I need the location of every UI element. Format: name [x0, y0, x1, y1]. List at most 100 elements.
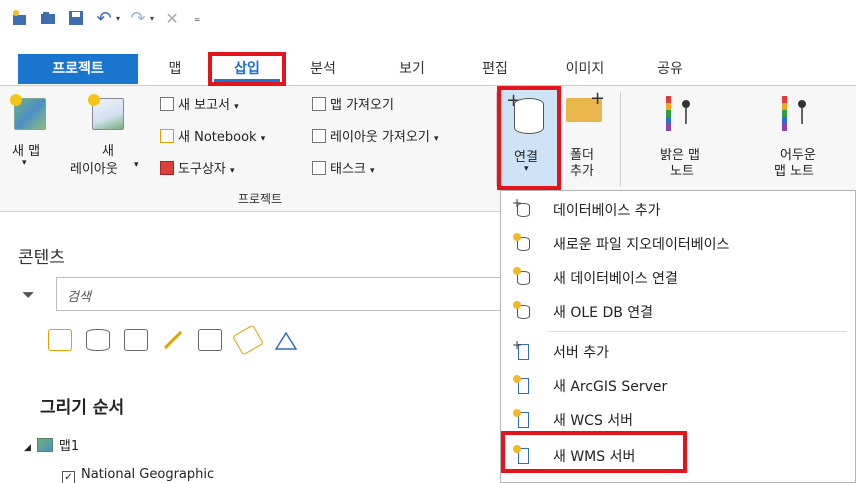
label-icon[interactable]: [232, 324, 264, 356]
menu-item-add-database[interactable]: + 데이터베이스 추가: [501, 193, 856, 227]
new-layout-dropdown-icon[interactable]: ▾: [134, 160, 139, 170]
redo-icon[interactable]: ↷: [128, 8, 148, 29]
task-label: 태스크: [330, 162, 366, 177]
new-db-connection-icon: [513, 267, 533, 287]
dark-map-notes-icon[interactable]: [782, 96, 812, 132]
save-icon[interactable]: [66, 8, 86, 28]
import-map-button[interactable]: 맵 가져오기: [312, 94, 394, 113]
map-tree-item[interactable]: ◢ 맵1: [24, 435, 79, 454]
ribbon-tab-bar: 프로젝트 맵 삽입 분석 보기 편집 이미지 공유: [0, 52, 856, 86]
open-icon[interactable]: [38, 8, 58, 28]
layer-name: National Geographic: [81, 467, 215, 482]
new-oledb-icon: [513, 301, 533, 321]
import-layout-dropdown-icon: ▾: [433, 134, 439, 144]
add-database-icon: +: [512, 196, 533, 219]
menu-item-label: 새로운 파일 지오데이터베이스: [553, 237, 730, 253]
undo-dropdown-icon[interactable]: ▾: [116, 14, 120, 23]
filter-icon[interactable]: ⏷: [22, 285, 35, 305]
arcgis-server-icon: [513, 375, 533, 395]
new-notebook-button[interactable]: 새 Notebook ▾: [160, 126, 265, 145]
menu-item-label: 새 데이터베이스 연결: [553, 271, 678, 287]
new-notebook-label: 새 Notebook: [178, 130, 257, 145]
menu-item-add-server[interactable]: + 서버 추가: [501, 335, 856, 369]
toolbox-label: 도구상자: [178, 162, 226, 177]
contents-view-toolbar: [48, 324, 298, 356]
undo-icon[interactable]: ↶: [94, 8, 114, 29]
map-icon: [36, 438, 53, 452]
task-icon: [312, 161, 326, 175]
bright-map-notes-label-2[interactable]: 노트: [670, 160, 694, 179]
toolbox-icon: [160, 161, 174, 175]
tab-edit[interactable]: 편집: [475, 54, 515, 86]
layer-tree-item[interactable]: ✓ National Geographic: [62, 467, 214, 483]
import-map-label: 맵 가져오기: [330, 98, 394, 113]
close-icon[interactable]: ✕: [162, 8, 182, 28]
new-layout-label-2[interactable]: 레이아웃: [70, 158, 118, 177]
add-server-icon: +: [512, 338, 533, 361]
new-report-label: 새 보고서: [178, 98, 230, 113]
notebook-icon: [160, 129, 174, 143]
menu-item-label: 서버 추가: [553, 345, 609, 361]
add-folder-label-2[interactable]: 추가: [570, 160, 594, 179]
highlight-box-wms: [501, 431, 687, 473]
contents-title: 콘텐츠: [18, 248, 65, 268]
new-notebook-dropdown-icon: ▾: [260, 134, 266, 144]
quick-access-toolbar: ↶ ▾ ↷ ▾ ✕ ₌: [0, 0, 856, 36]
drawing-order-icon[interactable]: [48, 329, 72, 351]
connect-dropdown-menu: + 데이터베이스 추가 새로운 파일 지오데이터베이스 새 데이터베이스 연결 …: [500, 190, 856, 483]
perspective-imagery-icon[interactable]: [274, 329, 298, 351]
toolbox-dropdown-icon: ▾: [229, 166, 235, 176]
wcs-server-icon: [513, 409, 533, 429]
import-layout-button[interactable]: 레이아웃 가져오기 ▾: [312, 126, 438, 145]
highlight-box-connect: [497, 86, 561, 190]
menu-item-label: 새 OLE DB 연결: [553, 305, 654, 321]
selection-icon[interactable]: [124, 329, 148, 351]
redo-dropdown-icon[interactable]: ▾: [150, 14, 154, 23]
new-file-gdb-icon: [513, 233, 533, 253]
menu-item-new-file-gdb[interactable]: 새로운 파일 지오데이터베이스: [501, 227, 856, 261]
new-layout-label-1[interactable]: 새: [102, 140, 114, 159]
menu-item-arcgis-server[interactable]: 새 ArcGIS Server: [501, 369, 856, 403]
folder-plus-icon: +: [590, 88, 606, 109]
task-button[interactable]: 태스크 ▾: [312, 158, 375, 177]
new-map-spark-icon: [10, 94, 22, 106]
report-icon: [160, 97, 174, 111]
new-map-label[interactable]: 새 맵: [12, 140, 40, 159]
editing-icon[interactable]: [162, 329, 184, 351]
customize-icon[interactable]: ₌: [194, 11, 200, 25]
ribbon-separator-2: [620, 92, 621, 186]
tab-view[interactable]: 보기: [392, 54, 432, 86]
task-dropdown-icon: ▾: [370, 166, 375, 176]
layer-visibility-checkbox[interactable]: ✓: [62, 471, 75, 483]
menu-item-new-db-connection[interactable]: 새 데이터베이스 연결: [501, 261, 856, 295]
tab-map[interactable]: 맵: [160, 54, 190, 86]
dark-map-notes-label-2[interactable]: 맵 노트: [774, 160, 814, 179]
data-source-icon[interactable]: [86, 329, 110, 351]
tab-analysis[interactable]: 분석: [303, 54, 343, 86]
bright-map-notes-icon[interactable]: [666, 96, 696, 132]
group-label-project: 프로젝트: [237, 192, 283, 206]
map-name: 맵1: [58, 439, 80, 454]
import-map-icon: [312, 97, 326, 111]
menu-item-label: 데이터베이스 추가: [553, 203, 661, 219]
drawing-order-heading: 그리기 순서: [40, 398, 125, 418]
new-report-dropdown-icon: ▾: [234, 102, 239, 112]
menu-item-label: 새 ArcGIS Server: [553, 379, 668, 395]
import-layout-icon: [312, 129, 326, 143]
new-report-button[interactable]: 새 보고서 ▾: [160, 94, 239, 113]
tab-share[interactable]: 공유: [650, 54, 690, 86]
tab-imagery[interactable]: 이미지: [553, 54, 617, 86]
toolbox-button[interactable]: 도구상자 ▾: [160, 158, 235, 177]
menu-divider: [547, 331, 847, 332]
contents-panel: 콘텐츠 ⏷ 검색 그리기 순서 ◢ 맵1 ✓ National Geographic: [0, 213, 510, 483]
search-input[interactable]: 검색: [56, 277, 510, 311]
new-map-dropdown-icon[interactable]: ▾: [22, 158, 27, 168]
collapse-icon[interactable]: ◢: [24, 443, 31, 453]
new-project-icon[interactable]: [10, 8, 30, 28]
tab-project[interactable]: 프로젝트: [18, 54, 138, 84]
tab-insert[interactable]: 삽입: [208, 52, 286, 86]
menu-item-new-oledb[interactable]: 새 OLE DB 연결: [501, 295, 856, 329]
import-layout-label: 레이아웃 가져오기: [330, 130, 430, 145]
menu-item-label: 새 WCS 서버: [553, 413, 634, 429]
snapping-icon[interactable]: [198, 329, 222, 351]
